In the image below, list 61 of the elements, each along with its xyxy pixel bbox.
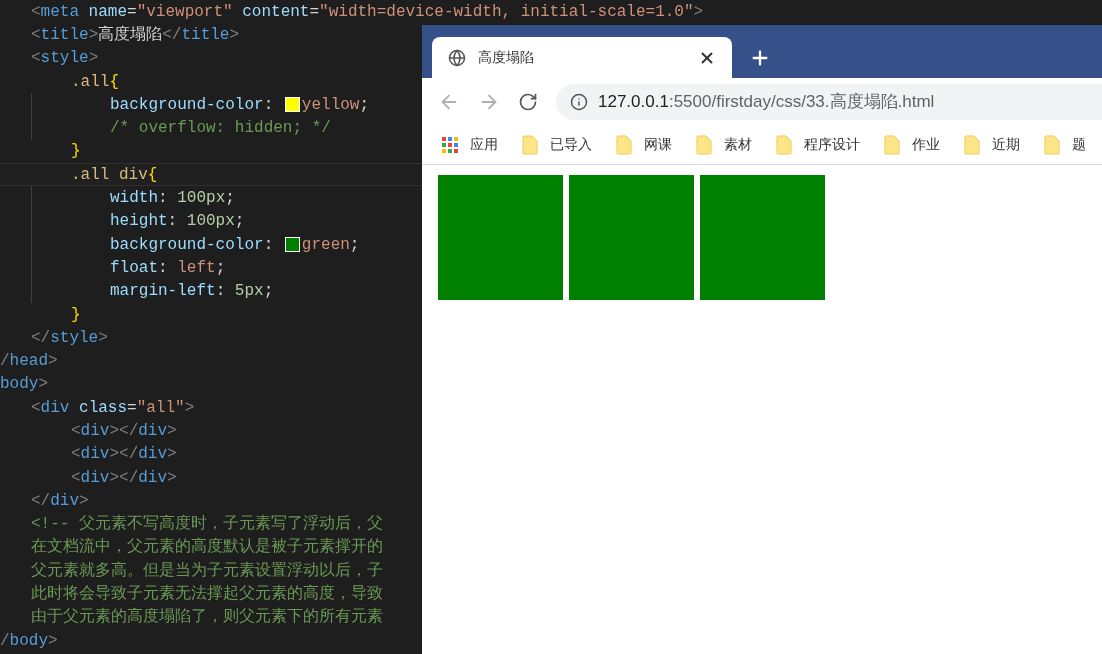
bookmark-label[interactable]: 题 bbox=[1072, 134, 1086, 155]
code-text: green; bbox=[301, 234, 360, 256]
apps-grid-icon bbox=[442, 136, 458, 153]
bookmark-label[interactable]: 近期 bbox=[992, 134, 1020, 155]
folder-icon bbox=[776, 134, 792, 155]
code-text: <div class="all"> bbox=[31, 397, 195, 419]
bookmark-label[interactable]: 网课 bbox=[644, 134, 672, 155]
bookmark-label[interactable]: 程序设计 bbox=[804, 134, 860, 155]
code-text: background-color: bbox=[110, 94, 275, 116]
address-bar[interactable]: 127.0.0.1:5500/firstday/css/33.高度塌陷.html bbox=[556, 83, 1102, 120]
code-text: <meta name="viewport" content="width=device-width, initial-scale=1.0"> bbox=[31, 1, 704, 23]
globe-icon bbox=[448, 48, 466, 67]
code-text: .all{ bbox=[71, 71, 119, 93]
code-text: <div></div> bbox=[71, 421, 177, 442]
code-text: 在文档流中，父元素的高度默认是被子元素撑开的 bbox=[31, 536, 383, 559]
folder-icon bbox=[696, 134, 712, 155]
info-icon bbox=[570, 92, 588, 111]
code-text: float: left; bbox=[110, 257, 226, 279]
bookmark[interactable]: 已导入 bbox=[522, 134, 592, 155]
code-text: } bbox=[71, 304, 81, 326]
code-text: </div> bbox=[31, 490, 89, 512]
bookmark[interactable]: 近期 bbox=[964, 134, 1020, 155]
bookmark-label[interactable]: 应用 bbox=[470, 134, 498, 155]
code-text: /body> bbox=[0, 630, 58, 652]
bookmark[interactable]: 题 bbox=[1044, 134, 1086, 155]
code-text: 父元素就多高。但是当为子元素设置浮动以后，子 bbox=[31, 560, 383, 582]
code-text: margin-left: 5px; bbox=[110, 281, 274, 303]
code-text: height: 100px; bbox=[110, 211, 245, 233]
code-text: </style> bbox=[31, 327, 108, 349]
code-text: yellow; bbox=[301, 94, 370, 116]
browser-tab[interactable]: 高度塌陷 bbox=[432, 37, 732, 78]
color-swatch[interactable] bbox=[284, 97, 300, 113]
code-text: <div></div> bbox=[71, 467, 177, 489]
code-text: background-color: bbox=[110, 234, 275, 256]
bookmark[interactable]: 作业 bbox=[884, 134, 940, 155]
folder-icon bbox=[964, 134, 980, 155]
bookmark[interactable]: 素材 bbox=[696, 134, 752, 155]
color-swatch[interactable] bbox=[284, 237, 300, 253]
folder-icon bbox=[616, 134, 632, 155]
folder-icon bbox=[522, 134, 538, 155]
code-text: /* overflow: hidden; */ bbox=[110, 118, 331, 140]
code-text: body> bbox=[0, 374, 48, 396]
code-text: } bbox=[71, 141, 81, 163]
code-text: 此时将会导致子元素无法撑起父元素的高度，导致 bbox=[31, 583, 383, 606]
code-text: <div></div> bbox=[71, 444, 177, 466]
code-text: /head> bbox=[0, 351, 58, 373]
bookmark-label[interactable]: 素材 bbox=[724, 134, 752, 155]
folder-icon bbox=[884, 134, 900, 155]
code-text: <!-- 父元素不写高度时，子元素写了浮动后，父 bbox=[31, 513, 383, 536]
bookmark[interactable]: 程序设计 bbox=[776, 134, 860, 155]
code-text: <title>高度塌陷</title> bbox=[31, 24, 240, 46]
folder-icon bbox=[1044, 134, 1060, 155]
bookmark[interactable]: 应用 bbox=[442, 134, 498, 155]
bookmark-label[interactable]: 已导入 bbox=[550, 134, 592, 155]
code-text: width: 100px; bbox=[110, 188, 235, 210]
reload-icon[interactable] bbox=[518, 91, 538, 112]
code-text: .all div{ bbox=[71, 164, 158, 186]
code-text: <style> bbox=[31, 48, 99, 70]
bookmark[interactable]: 网课 bbox=[616, 134, 672, 155]
code-text: 由于父元素的高度塌陷了，则父元素下的所有元素 bbox=[31, 606, 383, 629]
bookmark-label[interactable]: 作业 bbox=[912, 134, 940, 155]
